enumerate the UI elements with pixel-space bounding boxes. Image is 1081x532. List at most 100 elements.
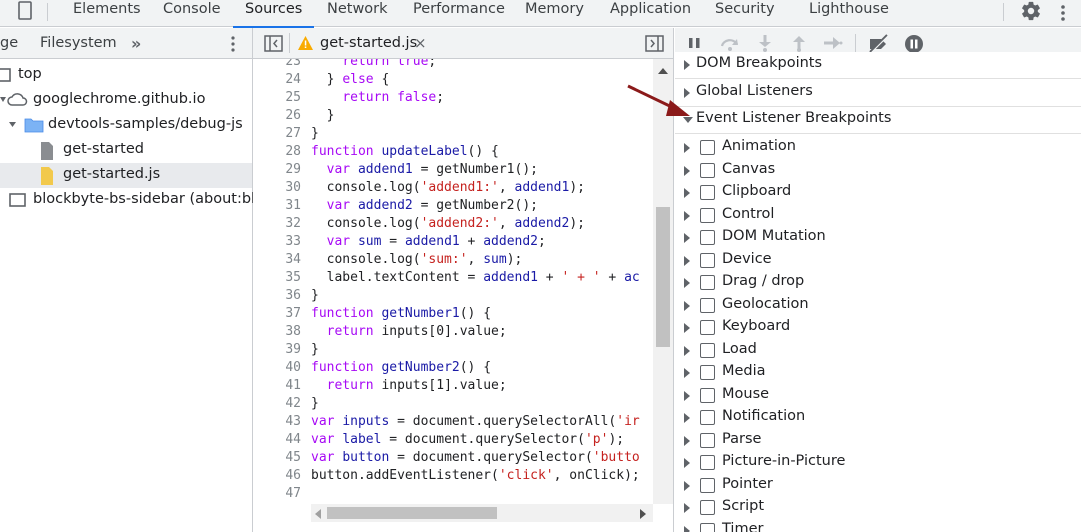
line-number[interactable]: 31 — [253, 198, 301, 213]
pause-icon[interactable] — [687, 34, 703, 52]
code-line[interactable]: 35 label.textContent = addend1 + ' + ' +… — [253, 270, 653, 288]
step-out-icon[interactable] — [791, 34, 807, 52]
triangle-right-icon[interactable] — [683, 368, 691, 378]
checkbox[interactable] — [700, 387, 715, 403]
code-line[interactable]: 45 var button = document.querySelector('b… — [253, 450, 653, 468]
line-number[interactable]: 25 — [253, 90, 301, 105]
code-line[interactable]: 47 — [253, 486, 653, 504]
tree-item-top[interactable]: top — [0, 63, 252, 88]
code-line[interactable]: 39} — [253, 342, 653, 360]
toggle-debugger-icon[interactable] — [645, 35, 665, 53]
triangle-right-icon[interactable] — [683, 210, 691, 221]
code-line[interactable]: 24 } else { — [253, 72, 653, 90]
breakpoint-category-media[interactable]: Media — [675, 362, 1081, 384]
line-number[interactable]: 24 — [253, 72, 301, 87]
checkbox[interactable] — [700, 140, 715, 155]
line-number[interactable]: 30 — [253, 180, 301, 195]
checkbox[interactable] — [700, 432, 715, 448]
triangle-right-icon[interactable] — [683, 458, 691, 468]
tab-application[interactable]: Application — [610, 1, 691, 25]
checkbox[interactable] — [700, 230, 715, 245]
horizontal-scrollbar[interactable] — [311, 504, 653, 522]
tree-item-file[interactable]: get-started — [0, 138, 252, 163]
checkbox[interactable] — [700, 162, 715, 178]
triangle-right-icon[interactable] — [683, 188, 691, 198]
checkbox[interactable] — [700, 342, 715, 358]
triangle-right-icon[interactable] — [683, 165, 691, 176]
line-number[interactable]: 41 — [253, 378, 301, 393]
device-toolbar-icon[interactable] — [16, 0, 36, 20]
line-number[interactable]: 35 — [253, 270, 301, 285]
code-line[interactable]: 38 return inputs[0].value; — [253, 324, 653, 342]
code-line[interactable]: 29 var addend1 = getNumber1(); — [253, 162, 653, 180]
pause-on-exceptions-icon[interactable] — [904, 34, 924, 54]
checkbox[interactable] — [700, 275, 715, 290]
code-line[interactable]: 23 return true; — [253, 59, 653, 72]
line-number[interactable]: 45 — [253, 450, 301, 465]
line-number[interactable]: 43 — [253, 414, 301, 429]
more-vert-icon[interactable] — [1060, 4, 1066, 22]
line-number[interactable]: 40 — [253, 360, 301, 375]
section-global-listeners[interactable]: Global Listeners — [675, 80, 1081, 107]
editor-tab-label[interactable]: get-started.js — [320, 35, 417, 51]
code-line[interactable]: 43 var inputs = document.querySelectorAll… — [253, 414, 653, 432]
section-dom-breakpoints[interactable]: DOM Breakpoints — [675, 52, 1081, 79]
breakpoint-category-drag-drop[interactable]: Drag / drop — [675, 272, 1081, 294]
code-line[interactable]: 36} — [253, 288, 653, 306]
tab-performance[interactable]: Performance — [413, 1, 505, 25]
breakpoint-category-picture-in-picture[interactable]: Picture-in-Picture — [675, 452, 1081, 474]
breakpoint-category-timer[interactable]: Timer — [675, 520, 1081, 532]
code-line[interactable]: 28 function updateLabel() { — [253, 144, 653, 162]
line-number[interactable]: 38 — [253, 324, 301, 339]
breakpoint-category-mouse[interactable]: Mouse — [675, 385, 1081, 407]
triangle-right-icon[interactable] — [683, 255, 691, 266]
checkbox[interactable] — [700, 252, 715, 268]
breakpoint-category-geolocation[interactable]: Geolocation — [675, 295, 1081, 317]
breakpoint-category-control[interactable]: Control — [675, 205, 1081, 227]
code-line[interactable]: 26 } — [253, 108, 653, 126]
tab-filesystem[interactable]: Filesystem — [40, 35, 117, 51]
tree-item-origin[interactable]: googlechrome.github.io — [0, 88, 252, 113]
code-area[interactable]: 23 return true; 24 } else {25 return fals… — [253, 59, 653, 504]
scroll-up-icon[interactable] — [658, 67, 668, 75]
line-number[interactable]: 37 — [253, 306, 301, 321]
line-number[interactable]: 44 — [253, 432, 301, 447]
tree-item-frame[interactable]: blockbyte-bs-sidebar (about:blan — [0, 188, 273, 213]
tab-memory[interactable]: Memory — [525, 1, 584, 25]
breakpoint-category-keyboard[interactable]: Keyboard — [675, 317, 1081, 339]
triangle-right-icon[interactable] — [683, 435, 691, 446]
tab-page[interactable]: ge — [0, 35, 18, 51]
checkbox[interactable] — [700, 297, 715, 313]
line-number[interactable]: 32 — [253, 216, 301, 231]
code-line[interactable]: 30 console.log('addend1:', addend1); — [253, 180, 653, 198]
checkbox[interactable] — [700, 185, 715, 200]
line-number[interactable]: 23 — [253, 59, 301, 69]
breakpoint-category-pointer[interactable]: Pointer — [675, 475, 1081, 497]
breakpoint-category-canvas[interactable]: Canvas — [675, 160, 1081, 182]
breakpoint-category-script[interactable]: Script — [675, 497, 1081, 519]
triangle-right-icon[interactable] — [683, 525, 691, 532]
close-icon[interactable]: × — [414, 34, 427, 52]
checkbox[interactable] — [700, 207, 715, 223]
section-event-listener-breakpoints[interactable]: Event Listener Breakpoints — [675, 107, 1081, 134]
tab-network[interactable]: Network — [327, 1, 388, 25]
checkbox[interactable] — [700, 522, 715, 532]
tab-sources[interactable]: Sources — [232, 1, 315, 28]
code-line[interactable]: 33 var sum = addend1 + addend2; — [253, 234, 653, 252]
code-line[interactable]: 42} — [253, 396, 653, 414]
checkbox[interactable] — [700, 455, 715, 470]
line-number[interactable]: 34 — [253, 252, 301, 267]
breakpoint-category-load[interactable]: Load — [675, 340, 1081, 362]
line-number[interactable]: 47 — [253, 486, 301, 501]
tab-security[interactable]: Security — [715, 1, 775, 25]
line-number[interactable]: 36 — [253, 288, 301, 303]
code-line[interactable]: 44 var label = document.querySelector('p'… — [253, 432, 653, 450]
triangle-right-icon[interactable] — [683, 300, 691, 311]
deactivate-breakpoints-icon[interactable] — [867, 34, 891, 54]
triangle-right-icon[interactable] — [683, 233, 691, 243]
more-tabs-icon[interactable]: » — [131, 34, 141, 53]
line-number[interactable]: 42 — [253, 396, 301, 411]
scroll-right-icon[interactable] — [639, 509, 647, 519]
code-line[interactable]: 41 return inputs[1].value; — [253, 378, 653, 396]
scrollbar-thumb[interactable] — [327, 507, 497, 519]
